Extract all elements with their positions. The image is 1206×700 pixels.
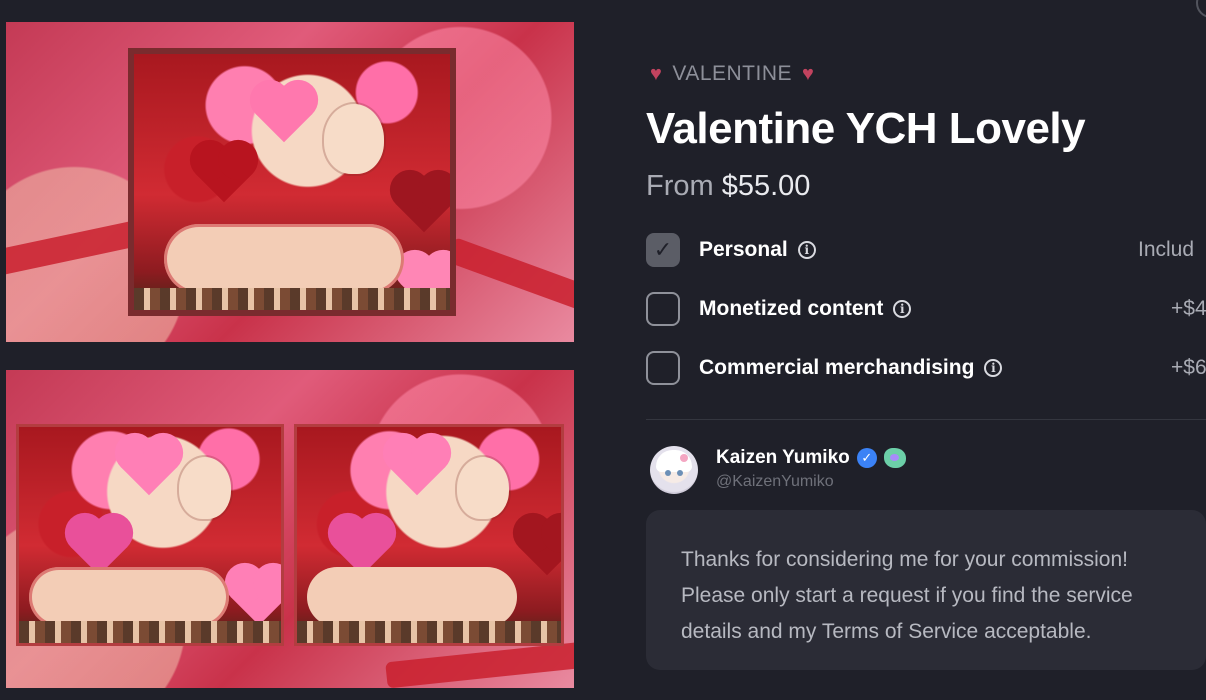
ribbon-decoration [446, 237, 574, 313]
chocolate-floor [134, 288, 450, 310]
category-tag: ♥ VALENTINE ♥ [650, 62, 814, 86]
artwork-frame-right [294, 424, 564, 646]
divider [646, 419, 1206, 420]
message-line: Please only start a request if you find … [681, 584, 1133, 607]
author-handle: @KaizenYumiko [716, 473, 834, 490]
license-label: Monetized content [699, 297, 884, 320]
checkbox[interactable] [646, 351, 680, 385]
heart-balloon-icon [388, 438, 446, 496]
verified-badge-icon: ✓ [856, 448, 877, 468]
heart-balloon-icon [230, 568, 281, 626]
green-creature-badge-icon [883, 448, 906, 468]
info-icon[interactable]: i [797, 241, 816, 259]
avatar-eye [677, 470, 683, 476]
checkbox-checked[interactable]: ✓ [646, 233, 680, 267]
heart-balloon-icon [518, 518, 561, 576]
info-icon[interactable]: i [984, 359, 1003, 377]
license-price: Includ [1138, 238, 1195, 261]
author-name-row: Kaizen Yumiko ✓ [716, 447, 906, 469]
artwork-frame [128, 48, 456, 316]
character-body [307, 567, 517, 627]
character-body [164, 224, 404, 294]
gallery-image-1[interactable] [6, 22, 574, 342]
license-label: Commercial merchandising [699, 356, 975, 379]
commission-message: Thanks for considering me for your commi… [646, 510, 1206, 670]
price-prefix: From [646, 170, 714, 202]
image-gallery [0, 0, 580, 700]
avatar[interactable] [650, 446, 698, 494]
license-label: Personal [699, 238, 788, 261]
license-price: +$4 [1171, 297, 1206, 320]
price-amount: $55.00 [721, 170, 811, 202]
avatar-flower [680, 454, 688, 462]
character-body [29, 567, 229, 627]
chocolate-floor [297, 621, 561, 643]
license-price: +$6 [1171, 356, 1206, 379]
ribbon-decoration [385, 641, 574, 688]
price: From $55.00 [646, 170, 810, 203]
heart-balloon-icon [195, 145, 253, 203]
author-name[interactable]: Kaizen Yumiko [716, 447, 850, 469]
listing-title: Valentine YCH Lovely [646, 104, 1086, 153]
character-head [324, 104, 384, 174]
chocolate-floor [19, 621, 281, 643]
info-icon[interactable]: i [893, 300, 912, 318]
character-head [179, 457, 231, 519]
gallery-image-2[interactable] [6, 370, 574, 688]
avatar-eye [665, 470, 671, 476]
license-option-monetized[interactable]: Monetized content i +$4 [646, 291, 1206, 327]
heart-balloon-icon [120, 438, 178, 496]
message-line: details and my Terms of Service acceptab… [681, 620, 1092, 643]
character-head [457, 457, 509, 519]
category-label: VALENTINE [672, 62, 793, 85]
author-info[interactable]: Kaizen Yumiko ✓ @KaizenYumiko [716, 447, 906, 491]
artwork-frame-left [16, 424, 284, 646]
heart-balloon-icon [255, 85, 313, 143]
license-option-personal[interactable]: ✓ Personal i Includ [646, 232, 1206, 268]
purple-heart-icon: ♥ [650, 62, 663, 85]
purple-heart-icon: ♥ [802, 62, 815, 85]
license-option-commercial[interactable]: Commercial merchandising i +$6 [646, 350, 1206, 386]
checkbox[interactable] [646, 292, 680, 326]
listing-details: ♥ VALENTINE ♥ Valentine YCH Lovely From … [646, 0, 1206, 700]
message-line: Thanks for considering me for your commi… [681, 548, 1128, 571]
heart-balloon-icon [395, 175, 450, 233]
